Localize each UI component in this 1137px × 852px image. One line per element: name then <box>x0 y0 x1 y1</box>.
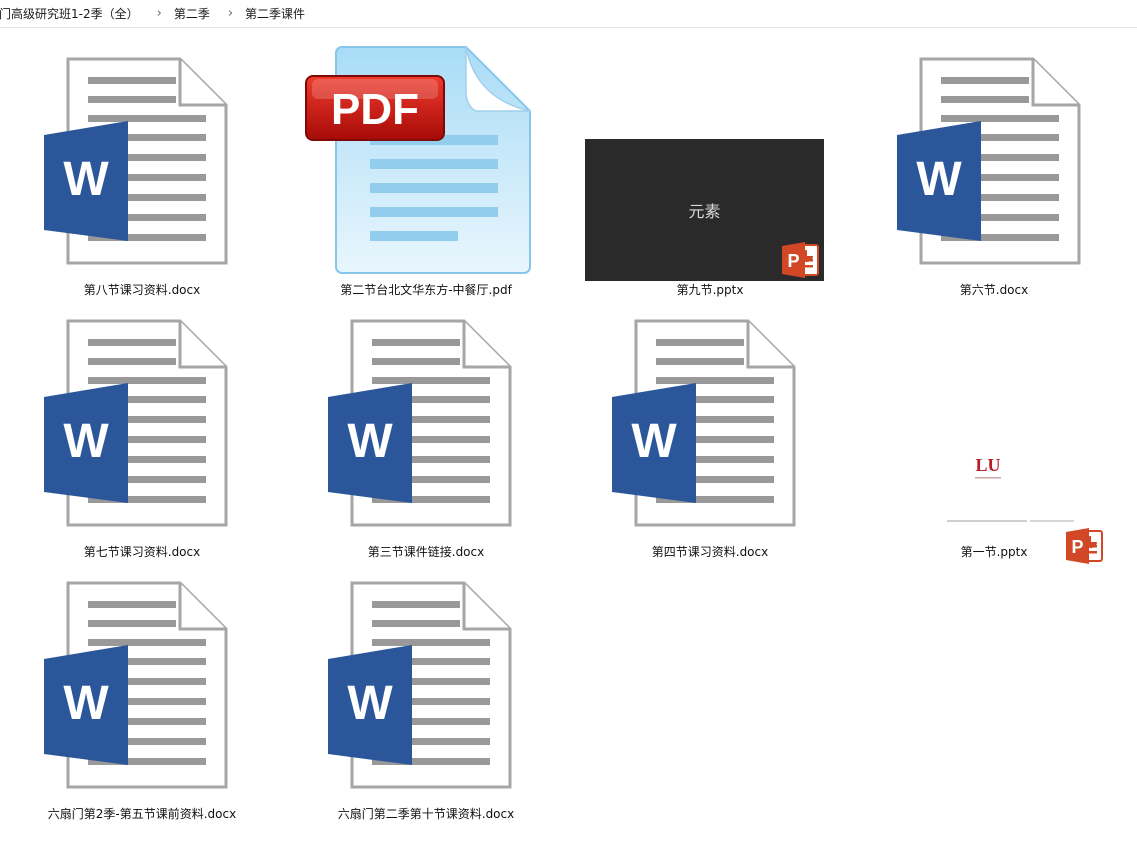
word-document-icon: W <box>568 289 852 539</box>
slide-preview: LU <box>947 455 1074 522</box>
breadcrumb-item-current[interactable]: 第二季课件 <box>241 5 309 22</box>
file-item[interactable]: LU P 第一节.pptx <box>852 289 1136 551</box>
word-document-icon: W <box>0 27 284 277</box>
chevron-right-icon: › <box>227 6 234 21</box>
file-name: 六扇门第2季-第五节课前资料.docx <box>47 807 237 821</box>
breadcrumb: 门高级研究班1-2季（全） › 第二季 › 第二季课件 <box>0 0 1137 28</box>
file-item[interactable]: W 第七节课习资料.docx <box>0 289 284 559</box>
powerpoint-icon: P <box>780 239 822 281</box>
file-item[interactable]: 元素 P 第九节.pptx <box>568 27 852 297</box>
word-document-icon: W <box>284 551 568 801</box>
svg-text:W: W <box>63 153 109 206</box>
svg-text:W: W <box>631 415 677 468</box>
file-item[interactable]: W 第三节课件链接.docx <box>284 289 568 559</box>
breadcrumb-item-season[interactable]: 第二季 <box>170 5 214 22</box>
word-document-icon: W <box>0 551 284 801</box>
pptx-thumbnail: LU P <box>852 289 1136 539</box>
file-grid: W 第八节课习资料.docx PDF 第二节台北文华东方-中餐厅.pdf 元素 … <box>0 27 1137 852</box>
svg-text:W: W <box>63 677 109 730</box>
file-name: 六扇门第二季第十节课资料.docx <box>337 807 515 821</box>
file-item[interactable]: W 六扇门第二季第十节课资料.docx <box>284 551 568 821</box>
pdf-document-icon: PDF <box>284 27 568 277</box>
pptx-thumbnail: 元素 P <box>568 27 852 281</box>
svg-text:W: W <box>347 415 393 468</box>
word-document-icon: W <box>0 289 284 539</box>
word-document-icon: W <box>284 289 568 539</box>
breadcrumb-item-root[interactable]: 门高级研究班1-2季（全） <box>0 5 143 22</box>
svg-text:LU: LU <box>975 455 1000 475</box>
file-item[interactable]: W 第八节课习资料.docx <box>0 27 284 297</box>
svg-text:P: P <box>787 251 799 271</box>
file-item[interactable]: W 第六节.docx <box>852 27 1136 297</box>
file-item[interactable]: W 六扇门第2季-第五节课前资料.docx <box>0 551 284 821</box>
svg-text:PDF: PDF <box>331 85 419 134</box>
svg-text:W: W <box>63 415 109 468</box>
file-name: 第四节课习资料.docx <box>651 545 769 559</box>
file-name: 第一节.pptx <box>960 545 1028 559</box>
svg-text:W: W <box>347 677 393 730</box>
file-item[interactable]: PDF 第二节台北文华东方-中餐厅.pdf <box>284 27 568 297</box>
word-document-icon: W <box>852 27 1136 277</box>
chevron-right-icon: › <box>156 6 162 21</box>
file-item[interactable]: W 第四节课习资料.docx <box>568 289 852 559</box>
svg-text:W: W <box>916 153 962 206</box>
